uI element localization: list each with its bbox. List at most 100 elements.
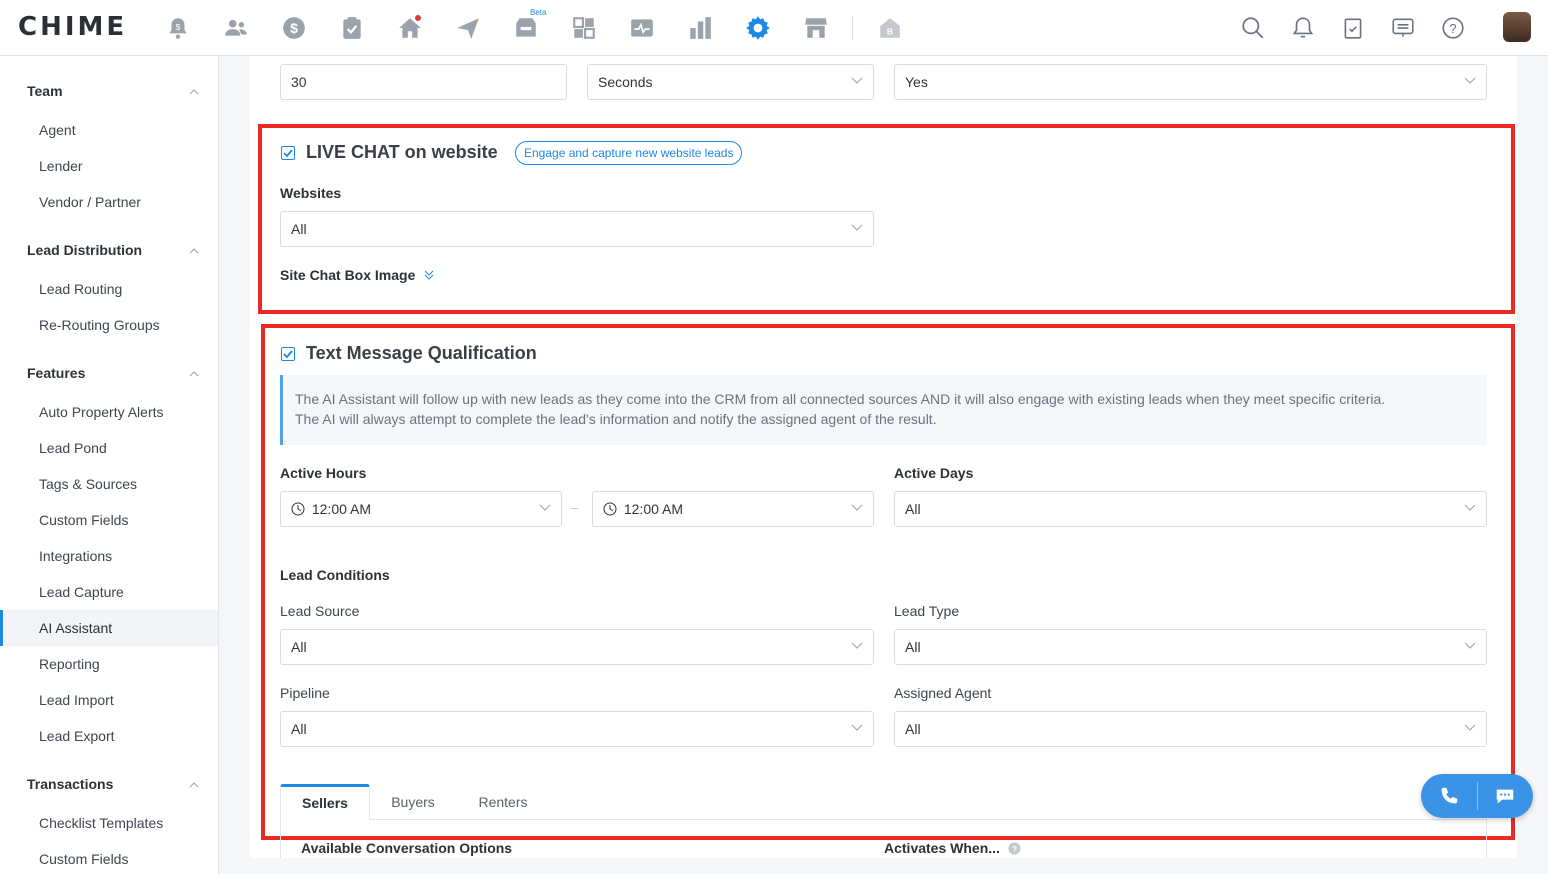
user-avatar[interactable]	[1503, 12, 1531, 42]
site-chat-box-image-label: Site Chat Box Image	[280, 267, 416, 283]
assigned-agent-value: All	[905, 721, 921, 737]
chevron-up-icon[interactable]	[189, 369, 199, 379]
settings-icon[interactable]	[742, 12, 774, 44]
clock-icon	[603, 502, 617, 516]
tab-sellers[interactable]: Sellers	[280, 784, 370, 820]
websites-select[interactable]: All	[280, 211, 874, 247]
help-icon[interactable]: ?	[1437, 12, 1469, 44]
chevron-up-icon[interactable]	[189, 246, 199, 256]
svg-text:?: ?	[1449, 21, 1456, 36]
svg-text:$: $	[176, 22, 181, 32]
lead-source-select[interactable]: All	[280, 629, 874, 665]
sidebar-item-integrations[interactable]: Integrations	[0, 538, 218, 574]
alert-icon[interactable]: $	[162, 12, 194, 44]
chevron-down-icon	[1464, 77, 1476, 84]
chevron-down-icon	[851, 504, 863, 511]
tab-buyers[interactable]: Buyers	[375, 784, 451, 820]
lead-conditions-label: Lead Conditions	[280, 567, 390, 583]
websites-label: Websites	[280, 185, 342, 201]
sidebar-item-agent[interactable]: Agent	[0, 112, 218, 148]
activates-when-text: Activates When...	[884, 840, 1000, 856]
sidebar-item-ai-assistant[interactable]: AI Assistant	[0, 610, 218, 646]
chevron-down-icon	[1464, 642, 1476, 649]
active-days-select[interactable]: All	[894, 491, 1487, 527]
clipboard-icon[interactable]	[336, 12, 368, 44]
tab-renters[interactable]: Renters	[463, 784, 543, 820]
assigned-agent-select[interactable]: All	[894, 711, 1487, 747]
chart-icon[interactable]	[684, 12, 716, 44]
chevron-down-icon	[539, 504, 551, 511]
sidebar-item-re-routing-groups[interactable]: Re-Routing Groups	[0, 307, 218, 343]
sidebar-section-transactions[interactable]: Transactions	[27, 776, 113, 792]
beta-badge: Beta	[530, 8, 547, 17]
activates-when-label: Activates When... ?	[884, 840, 1021, 856]
sidebar-item-auto-property-alerts[interactable]: Auto Property Alerts	[0, 394, 218, 430]
end-time-select[interactable]: 12:00 AM	[592, 491, 874, 527]
help-icon[interactable]: ?	[1008, 842, 1021, 855]
enabled-select[interactable]: Yes	[894, 64, 1487, 100]
time-range-separator: –	[570, 499, 578, 515]
active-days-value: All	[905, 501, 921, 517]
home-icon[interactable]	[394, 12, 426, 44]
chat-button[interactable]	[1477, 774, 1533, 818]
assigned-agent-label: Assigned Agent	[894, 685, 992, 701]
notification-dot	[415, 15, 421, 21]
message-icon[interactable]	[1387, 12, 1419, 44]
sidebar-item-transaction-custom-fields[interactable]: Custom Fields	[0, 841, 218, 874]
dollar-icon[interactable]: $	[278, 12, 310, 44]
dashboard-icon[interactable]	[568, 12, 600, 44]
settings-sidebar: Team Agent Lender Vendor / Partner Lead …	[0, 56, 219, 874]
sidebar-section-team[interactable]: Team	[27, 83, 63, 99]
site-chat-box-image-toggle[interactable]: Site Chat Box Image	[280, 267, 435, 283]
conversation-options-label: Available Conversation Options	[301, 840, 513, 856]
sidebar-item-lead-routing[interactable]: Lead Routing	[0, 271, 218, 307]
chat-bubble-icon	[1496, 789, 1514, 804]
sidebar-item-lead-capture[interactable]: Lead Capture	[0, 574, 218, 610]
double-chevron-down-icon	[424, 270, 434, 280]
lead-source-label: Lead Source	[280, 603, 360, 619]
sidebar-item-lead-pond[interactable]: Lead Pond	[0, 430, 218, 466]
people-icon[interactable]	[220, 12, 252, 44]
sidebar-item-tags-sources[interactable]: Tags & Sources	[0, 466, 218, 502]
sidebar-item-reporting[interactable]: Reporting	[0, 646, 218, 682]
start-time-select[interactable]: 12:00 AM	[280, 491, 562, 527]
info-banner: The AI Assistant will follow up with new…	[280, 375, 1487, 445]
text-qualification-checkbox[interactable]	[281, 347, 295, 361]
sidebar-item-lead-export[interactable]: Lead Export	[0, 718, 218, 754]
svg-text:$: $	[290, 20, 298, 36]
chime-logo[interactable]: CHIME	[18, 12, 127, 42]
lead-type-select[interactable]: All	[894, 629, 1487, 665]
sidebar-section-features[interactable]: Features	[27, 365, 85, 381]
bell-icon[interactable]	[1287, 12, 1319, 44]
send-icon[interactable]	[452, 12, 484, 44]
live-chat-checkbox[interactable]	[281, 146, 295, 160]
pipeline-select[interactable]: All	[280, 711, 874, 747]
enabled-select-value: Yes	[905, 74, 928, 90]
chevron-down-icon	[851, 724, 863, 731]
active-days-label: Active Days	[894, 465, 974, 481]
sidebar-item-lead-import[interactable]: Lead Import	[0, 682, 218, 718]
sidebar-item-custom-fields[interactable]: Custom Fields	[0, 502, 218, 538]
main-content: 30 Seconds Yes LIVE CHAT on website Enga…	[250, 56, 1517, 858]
building-icon[interactable]: B	[874, 12, 906, 44]
sidebar-item-lender[interactable]: Lender	[0, 148, 218, 184]
sidebar-item-vendor-partner[interactable]: Vendor / Partner	[0, 184, 218, 220]
delay-input[interactable]: 30	[280, 64, 567, 100]
store-icon[interactable]	[800, 12, 832, 44]
sidebar-section-lead-distribution[interactable]: Lead Distribution	[27, 242, 142, 258]
floating-contact-buttons	[1421, 774, 1533, 818]
phone-call-button[interactable]	[1421, 774, 1477, 818]
chevron-up-icon[interactable]	[189, 780, 199, 790]
activity-icon[interactable]	[626, 12, 658, 44]
unit-select[interactable]: Seconds	[587, 64, 874, 100]
unit-select-value: Seconds	[598, 74, 653, 90]
sidebar-item-checklist-templates[interactable]: Checklist Templates	[0, 805, 218, 841]
active-hours-label: Active Hours	[280, 465, 367, 481]
lead-type-value: All	[905, 639, 921, 655]
task-icon[interactable]	[1337, 12, 1369, 44]
search-icon[interactable]	[1237, 12, 1269, 44]
chevron-up-icon[interactable]	[189, 87, 199, 97]
pipeline-value: All	[291, 721, 307, 737]
inbox-icon[interactable]: Beta	[510, 8, 546, 44]
clock-icon	[291, 502, 305, 516]
